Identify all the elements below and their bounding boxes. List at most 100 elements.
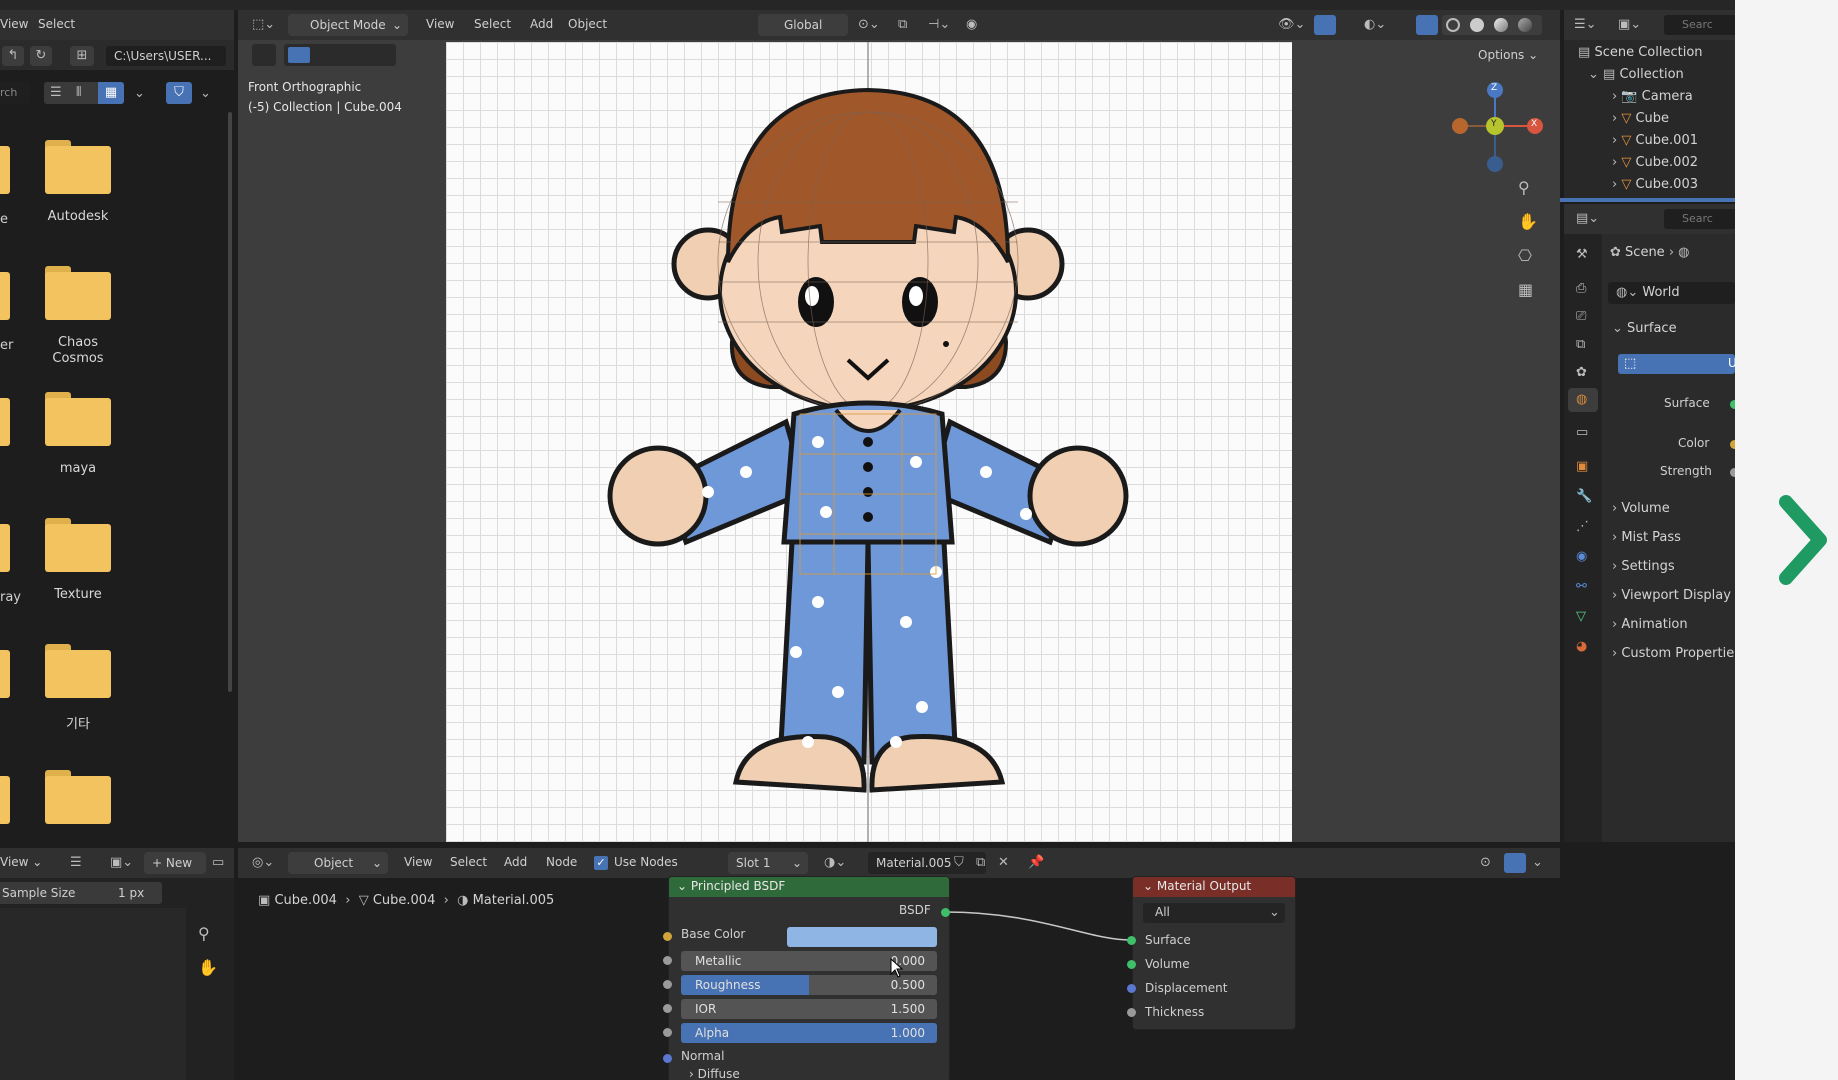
select-tool-icon[interactable]: [252, 44, 276, 66]
outliner-search-field[interactable]: Searc: [1664, 15, 1735, 35]
view-layer-tab-icon[interactable]: ⧉: [1576, 338, 1585, 351]
filter-icon[interactable]: ⛉: [166, 82, 192, 104]
chevron-down-icon[interactable]: ⌄: [134, 87, 145, 100]
folder-unnamed[interactable]: [45, 770, 111, 824]
folder-misc[interactable]: [45, 644, 111, 698]
camera-view-icon[interactable]: ⎔: [1518, 248, 1532, 264]
folder-chaos-cosmos[interactable]: [45, 266, 111, 320]
outliner-item-cube-002[interactable]: › ▽ Cube.002: [1612, 152, 1698, 174]
thumbnails-icon[interactable]: ▦: [98, 82, 124, 104]
file-browser-scrollbar[interactable]: [228, 112, 232, 692]
outliner-item-cube[interactable]: › ▽ Cube: [1612, 108, 1669, 130]
collection-tab-icon[interactable]: ▭: [1576, 426, 1588, 439]
area-divider[interactable]: [1560, 198, 1735, 202]
pan-hand-icon[interactable]: ✋: [1518, 214, 1538, 230]
folder-cut-4[interactable]: [0, 518, 10, 572]
material-shading-icon[interactable]: [1494, 18, 1508, 32]
collection-row[interactable]: ⌄ ▤ Collection: [1588, 64, 1684, 86]
snap-target-icon[interactable]: ⊣⌄: [928, 18, 950, 31]
outliner-editor-icon[interactable]: ☰⌄: [1574, 18, 1597, 31]
panel-viewport-display[interactable]: › Viewport Display: [1612, 585, 1731, 607]
ior-socket-icon[interactable]: [663, 1004, 672, 1013]
output-node-header[interactable]: ⌄ Material Output: [1133, 877, 1295, 897]
xray-toggle-icon[interactable]: [1416, 15, 1438, 35]
base-color-socket-icon[interactable]: [663, 932, 672, 941]
world-tab-icon[interactable]: ◍: [1568, 388, 1598, 412]
next-arrow-icon[interactable]: [1778, 494, 1830, 586]
world-selector[interactable]: ◍⌄ World: [1608, 282, 1735, 304]
output-surface-socket-icon[interactable]: [1127, 936, 1136, 945]
snap-node-icon[interactable]: ⊙: [1480, 856, 1491, 869]
new-image-button[interactable]: + New: [144, 852, 206, 874]
object-mode-dropdown[interactable]: Object Mode ⌄: [288, 14, 408, 36]
scene-collection-row[interactable]: ▤ Scene Collection: [1578, 42, 1703, 64]
alpha-slider[interactable]: Alpha 1.000: [681, 1023, 937, 1043]
list-vertical-icon[interactable]: ☰: [50, 86, 62, 99]
folder-cut-2[interactable]: [0, 266, 10, 320]
proportional-edit-icon[interactable]: ◉: [966, 18, 977, 31]
unlink-material-icon[interactable]: ✕: [998, 856, 1009, 869]
folder-cut-1[interactable]: [0, 140, 10, 194]
ior-slider[interactable]: IOR 1.500: [681, 999, 937, 1019]
panel-settings[interactable]: › Settings: [1612, 556, 1675, 578]
viewport-menu-select[interactable]: Select: [474, 17, 511, 31]
select-menu[interactable]: Select: [38, 17, 75, 31]
output-volume-socket-icon[interactable]: [1127, 960, 1136, 969]
principled-bsdf-node[interactable]: ⌄ Principled BSDF BSDF Base Color Metall…: [668, 876, 950, 1080]
properties-editor-icon[interactable]: ▤⌄: [1576, 212, 1599, 225]
properties-search-field[interactable]: Searc: [1664, 209, 1735, 229]
select-new-icon[interactable]: [288, 47, 310, 63]
panel-mist-pass[interactable]: › Mist Pass: [1612, 527, 1681, 549]
navigation-gizmo[interactable]: Z Y X: [1440, 72, 1550, 182]
roughness-socket-icon[interactable]: [663, 980, 672, 989]
particles-tab-icon[interactable]: ⋰: [1576, 520, 1589, 533]
pan-hand-icon[interactable]: ✋: [198, 960, 218, 976]
material-output-node[interactable]: ⌄ Material Output All ⌄ Surface Volume D…: [1132, 876, 1296, 1030]
image-editor-view-menu[interactable]: View ⌄: [0, 855, 42, 869]
output-target-dropdown[interactable]: All ⌄: [1143, 903, 1285, 923]
object-tab-icon[interactable]: ▣: [1576, 460, 1588, 473]
refresh-icon[interactable]: ↻: [30, 46, 52, 66]
roughness-slider[interactable]: Roughness 0.500: [681, 975, 937, 995]
metallic-socket-icon[interactable]: [663, 956, 672, 965]
output-tab-icon[interactable]: ⎚: [1576, 310, 1586, 323]
outliner-item-cube-003[interactable]: › ▽ Cube.003: [1612, 174, 1698, 196]
collapse-icon[interactable]: ⌄: [1588, 68, 1599, 81]
new-folder-icon[interactable]: ⊞: [70, 46, 94, 66]
display-mode-icon[interactable]: ▣⌄: [1618, 18, 1641, 31]
parent-directory-icon[interactable]: ↰: [2, 46, 24, 66]
use-nodes-checkbox[interactable]: ✓: [594, 856, 608, 870]
zoom-icon[interactable]: ⚲: [198, 926, 210, 942]
node-menu-select[interactable]: Select: [450, 855, 487, 869]
reference-image[interactable]: [446, 42, 1292, 842]
node-overlay-icon[interactable]: [1504, 853, 1526, 873]
duplicate-material-icon[interactable]: ⧉: [976, 856, 985, 869]
outliner-item-cube-001[interactable]: › ▽ Cube.001: [1612, 130, 1698, 152]
surface-panel-header[interactable]: ⌄ Surface: [1612, 318, 1677, 340]
node-menu-add[interactable]: Add: [504, 855, 527, 869]
modifier-tab-icon[interactable]: 🔧: [1576, 490, 1592, 503]
shader-type-dropdown[interactable]: Object ⌄: [288, 852, 388, 874]
zoom-icon[interactable]: ⚲: [1518, 180, 1530, 196]
shader-editor-icon[interactable]: ◎⌄: [252, 856, 274, 869]
panel-volume[interactable]: › Volume: [1612, 498, 1670, 520]
rendered-shading-icon[interactable]: [1518, 18, 1532, 32]
pivot-icon[interactable]: ⊙⌄: [858, 18, 880, 31]
visibility-icon[interactable]: 👁⌄: [1278, 18, 1305, 31]
viewport-menu-object[interactable]: Object: [568, 17, 607, 31]
folder-cut-5[interactable]: [0, 644, 10, 698]
options-dropdown[interactable]: Options ⌄: [1466, 44, 1550, 66]
viewport-menu-add[interactable]: Add: [530, 17, 553, 31]
render-tab-icon[interactable]: ⎙: [1576, 282, 1586, 295]
bsdf-output-socket-icon[interactable]: [941, 908, 950, 917]
view-menu[interactable]: View: [0, 17, 28, 31]
alpha-socket-icon[interactable]: [663, 1028, 672, 1037]
image-editor-canvas[interactable]: Sample Size 1 px ⚲ ✋: [0, 878, 234, 1080]
material-tab-icon[interactable]: ◕: [1576, 640, 1587, 653]
node-menu-node[interactable]: Node: [546, 855, 577, 869]
outliner-item-camera[interactable]: › 📷 Camera: [1612, 86, 1693, 108]
sample-size-field[interactable]: Sample Size 1 px: [0, 882, 162, 904]
slot-dropdown[interactable]: Slot 1 ⌄: [728, 852, 808, 874]
gizmo-toggle-icon[interactable]: [1314, 15, 1336, 35]
folder-maya[interactable]: [45, 392, 111, 446]
